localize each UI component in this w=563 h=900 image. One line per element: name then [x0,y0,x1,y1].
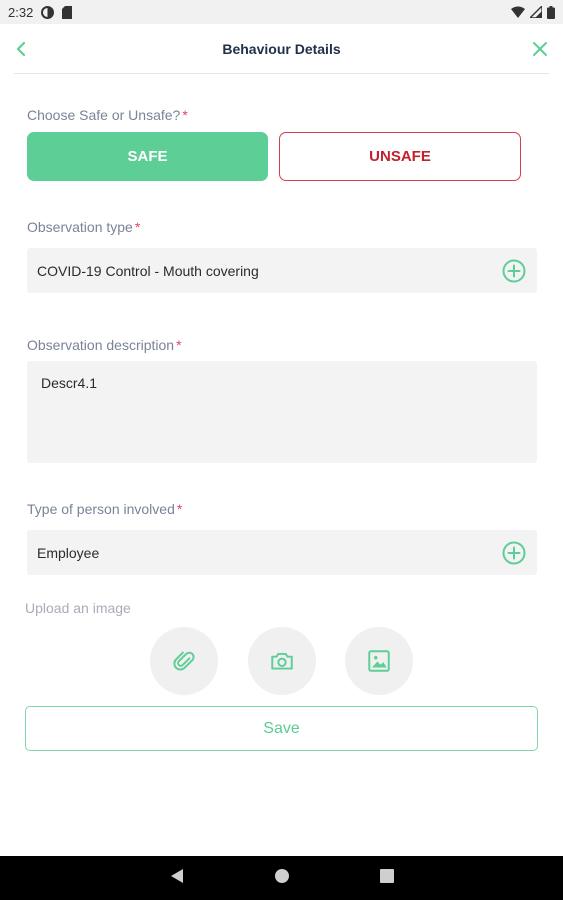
safe-button[interactable]: SAFE [27,132,268,181]
close-button[interactable] [529,38,551,60]
observation-description-textarea[interactable]: Descr4.1 [27,361,537,463]
close-icon [533,42,547,56]
signal-icon [530,6,542,18]
required-mark: * [134,219,141,235]
paperclip-icon [173,651,195,671]
recents-square-icon[interactable] [379,868,394,888]
observation-description-value: Descr4.1 [41,375,98,391]
attach-file-button[interactable] [150,627,218,695]
back-button[interactable] [10,38,32,60]
chevron-left-icon [16,41,26,57]
safety-label-text: Choose Safe or Unsafe? [27,107,181,123]
sync-status-icon [41,5,55,19]
observation-description-label-text: Observation description [27,337,175,353]
app-header: Behaviour Details [0,24,563,74]
header-divider [14,73,549,74]
observation-type-select[interactable]: COVID-19 Control - Mouth covering [27,248,537,293]
gallery-button[interactable] [345,627,413,695]
person-type-label: Type of person involved * [27,501,182,517]
required-mark: * [182,107,188,123]
observation-description-label: Observation description * [27,337,182,353]
image-icon [368,650,390,672]
person-type-label-text: Type of person involved [27,501,175,517]
back-triangle-icon[interactable] [170,868,184,889]
save-button[interactable]: Save [25,706,538,751]
observation-type-label: Observation type * [27,219,140,235]
person-type-value: Employee [37,544,100,561]
status-left: 2:32 [8,4,73,20]
battery-icon [547,5,555,19]
system-nav-bar [0,856,563,900]
status-time: 2:32 [8,4,34,20]
unsafe-button[interactable]: UNSAFE [279,132,521,181]
person-type-select[interactable]: Employee [27,530,537,575]
upload-label: Upload an image [25,600,131,616]
status-right [511,5,555,19]
add-circle-icon[interactable] [501,258,527,284]
observation-type-value: COVID-19 Control - Mouth covering [37,262,259,279]
safety-label: Choose Safe or Unsafe? * [27,107,188,123]
sd-card-icon [62,5,73,19]
camera-icon [271,652,293,670]
add-circle-icon[interactable] [501,540,527,566]
camera-button[interactable] [248,627,316,695]
required-mark: * [176,337,182,353]
required-mark: * [176,501,183,517]
page-title: Behaviour Details [222,41,341,57]
status-bar: 2:32 [0,0,563,24]
home-circle-icon[interactable] [274,868,290,889]
wifi-icon [511,6,525,18]
observation-type-label-text: Observation type [27,219,133,235]
